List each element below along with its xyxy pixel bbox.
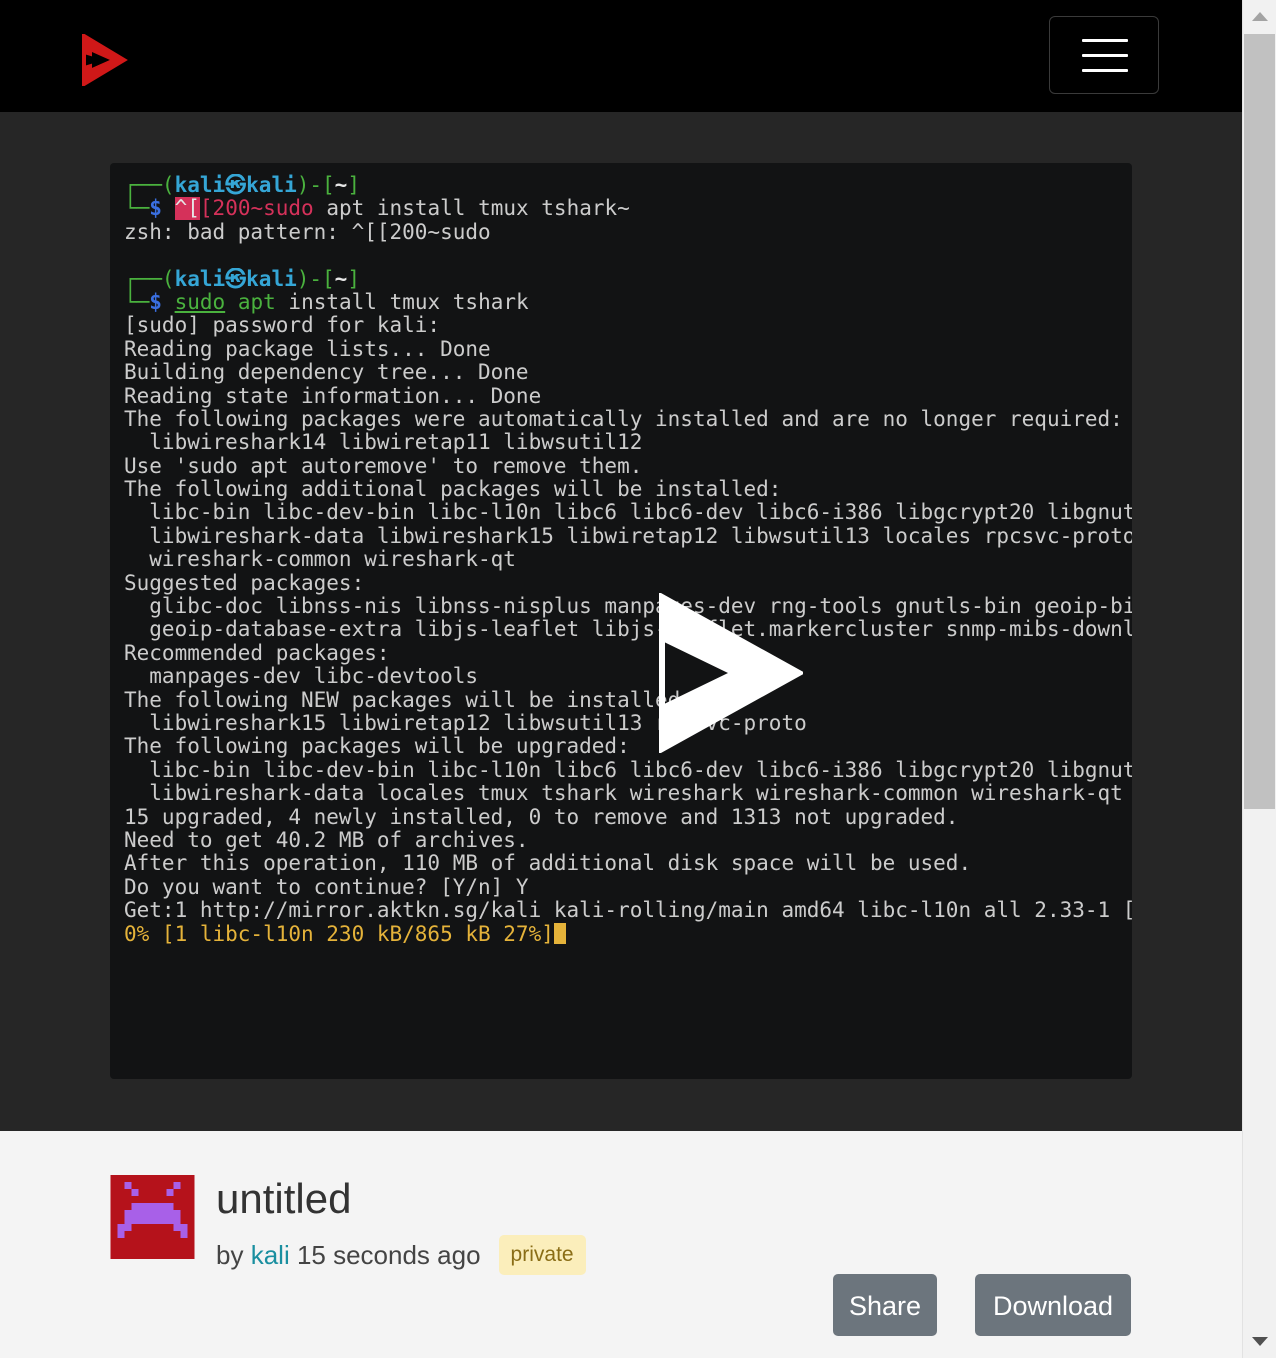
by-label: by <box>216 1240 244 1270</box>
terminal-line: ┌──(kali㉿kali)-[~] <box>124 267 360 291</box>
terminal-line: Building dependency tree... Done <box>124 361 529 385</box>
terminal-line: libwireshark15 libwiretap12 libwsutil13 … <box>124 711 807 735</box>
terminal-line: libwireshark14 libwiretap11 libwsutil12 <box>124 431 643 455</box>
terminal-line: [sudo] password for kali: <box>124 314 441 338</box>
asciinema-logo-icon[interactable] <box>80 34 128 86</box>
terminal-line: The following NEW packages will be insta… <box>124 688 693 712</box>
terminal-line: libc-bin libc-dev-bin libc-l10n libc6 li… <box>124 758 1132 782</box>
terminal-line: geoip-database-extra libjs-leaflet libjs… <box>124 618 1132 642</box>
play-icon[interactable] <box>658 593 803 753</box>
terminal-line: Do you want to continue? [Y/n] Y <box>124 875 529 899</box>
terminal-cursor <box>553 922 566 944</box>
scroll-down-arrow-icon[interactable] <box>1252 1337 1268 1346</box>
recording-meta: by kali 15 seconds ago private <box>216 1235 586 1275</box>
avatar[interactable] <box>110 1175 195 1259</box>
terminal-line: Need to get 40.2 MB of archives. <box>124 828 529 852</box>
download-button[interactable]: Download <box>975 1274 1131 1336</box>
menu-toggle-button[interactable] <box>1049 16 1159 94</box>
vertical-scrollbar[interactable] <box>1242 0 1276 1358</box>
hamburger-menu-icon <box>1082 54 1128 57</box>
scroll-up-arrow-icon[interactable] <box>1252 12 1268 21</box>
terminal-line: Recommended packages: <box>124 641 390 665</box>
terminal-line: wireshark-common wireshark-qt <box>124 548 516 572</box>
timestamp: 15 seconds ago <box>296 1240 481 1270</box>
terminal-line: Reading package lists... Done <box>124 337 491 361</box>
recording-info: untitled by kali 15 seconds ago private … <box>0 1131 1242 1358</box>
recording-title: untitled <box>216 1175 352 1222</box>
terminal-line: The following additional packages will b… <box>124 478 782 502</box>
visibility-badge: private <box>498 1235 586 1275</box>
terminal-line: zsh: bad pattern: ^[[200~sudo <box>124 220 491 244</box>
terminal-output: ┌──(kali㉿kali)-[~] └─$ ^[[200~sudo apt i… <box>124 174 1132 946</box>
terminal-line: Reading state information... Done <box>124 384 542 408</box>
terminal-line: The following packages were automaticall… <box>124 407 1123 431</box>
terminal-line: └─$ ^[[200~sudo apt install tmux tshark~ <box>124 197 630 221</box>
terminal-progress-line: 0% [1 libc-l10n 230 kB/865 kB 27%] <box>124 922 1132 946</box>
hamburger-menu-icon <box>1082 69 1128 72</box>
terminal-line: ┌──(kali㉿kali)-[~] <box>124 174 360 197</box>
terminal-line: libc-bin libc-dev-bin libc-l10n libc6 li… <box>124 501 1132 525</box>
terminal-line: Use 'sudo apt autoremove' to remove them… <box>124 454 643 478</box>
terminal-line: libwireshark-data locales tmux tshark wi… <box>124 782 1123 806</box>
terminal-line: manpages-dev libc-devtools <box>124 665 479 689</box>
terminal-line: └─$ sudo apt install tmux tshark <box>124 290 529 314</box>
scroll-thumb[interactable] <box>1244 34 1275 809</box>
terminal-line: Get:1 http://mirror.aktkn.sg/kali kali-r… <box>124 899 1132 923</box>
author-link[interactable]: kali <box>251 1238 290 1272</box>
terminal-line: libwireshark-data libwireshark15 libwire… <box>124 524 1132 548</box>
terminal-line: glibc-doc libnss-nis libnss-nisplus manp… <box>124 595 1132 619</box>
page: ┌──(kali㉿kali)-[~] └─$ ^[[200~sudo apt i… <box>0 0 1242 1358</box>
terminal-line: 15 upgraded, 4 newly installed, 0 to rem… <box>124 805 959 829</box>
terminal-player[interactable]: ┌──(kali㉿kali)-[~] └─$ ^[[200~sudo apt i… <box>110 163 1132 1079</box>
share-button[interactable]: Share <box>833 1274 937 1336</box>
navbar <box>0 0 1242 112</box>
terminal-line: The following packages will be upgraded: <box>124 735 630 759</box>
terminal-line: Suggested packages: <box>124 571 365 595</box>
terminal-line: After this operation, 110 MB of addition… <box>124 852 972 876</box>
player-area: ┌──(kali㉿kali)-[~] └─$ ^[[200~sudo apt i… <box>0 112 1242 1131</box>
hamburger-menu-icon <box>1082 39 1128 42</box>
